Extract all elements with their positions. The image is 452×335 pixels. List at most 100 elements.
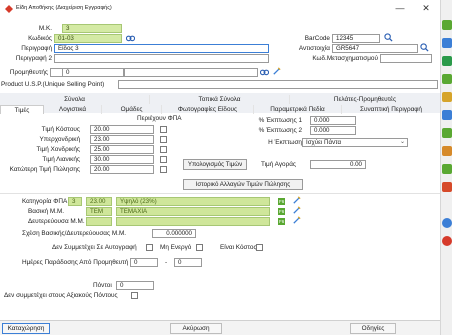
delivery-dash: - (165, 259, 168, 266)
vat-included-label: Περιέχουν ΦΠΑ (137, 115, 182, 122)
edit-icon[interactable] (292, 196, 301, 205)
barcode-label: BarCode (304, 35, 330, 42)
calc-prices-button[interactable]: Υπολογισμός Τιμών (183, 159, 247, 170)
conv-field[interactable] (380, 54, 432, 63)
sec-mm-label: Δευτερεύουσα Μ.Μ. (28, 218, 85, 225)
vat-category-label: Κατηγορία ΦΠΑ (22, 198, 68, 205)
tab-accounting[interactable]: Λογιστικά (44, 105, 102, 114)
lowest-vat-checkbox[interactable] (160, 166, 167, 173)
match-field[interactable]: GR5647 (332, 44, 418, 53)
divider (0, 193, 440, 194)
supplier-name-field[interactable] (124, 68, 258, 77)
title-bar: Είδη Αποθήκης (Διαχείριση Εγγραφής) — ✕ (0, 0, 440, 18)
wholesale-field[interactable]: 23.00 (90, 135, 154, 144)
supplier-label: Προμηθευτής (9, 69, 48, 76)
mk-field[interactable]: 3 (62, 24, 122, 33)
barcode-field[interactable]: 12345 (332, 34, 380, 43)
code-label: Κωδικός (28, 35, 52, 42)
binoculars-icon[interactable] (126, 33, 135, 42)
retail-field[interactable]: 30.00 (90, 155, 154, 164)
main-mm-label: Βασική Μ.Μ. (28, 208, 65, 215)
binoculars-icon[interactable] (260, 67, 269, 76)
close-icon[interactable] (442, 236, 452, 246)
inactive-checkbox[interactable] (196, 244, 203, 251)
save-button[interactable]: Καταχώρηση (2, 323, 50, 334)
points-field[interactable]: 0 (116, 281, 154, 290)
grid-icon[interactable] (442, 128, 452, 138)
main-mm-code[interactable]: TEM (86, 207, 112, 216)
conv-label: Κωδ.Μετασχηματισμού (312, 55, 378, 62)
cost-type-checkbox[interactable] (256, 244, 263, 251)
delivery-to-field[interactable]: 0 (174, 258, 202, 267)
disc1-field[interactable]: 0.000 (310, 116, 356, 125)
sec-mm-text[interactable] (116, 217, 270, 226)
edit-icon[interactable] (272, 67, 281, 76)
no-order-checkbox[interactable] (146, 244, 153, 251)
cost-label: Τιμή Κόστους (41, 126, 80, 133)
no-value-points-checkbox[interactable] (131, 292, 138, 299)
price-history-button[interactable]: Ιστορικό Αλλαγών Τιμών Πώλησης (183, 179, 303, 190)
help-icon[interactable] (442, 218, 452, 228)
vat-category-code[interactable]: 3 (68, 197, 82, 206)
tab-local-totals[interactable]: Τοπικά Σύνολα (150, 95, 290, 104)
app-icon (5, 5, 13, 13)
relation-field[interactable]: 0.000000 (152, 229, 196, 238)
edit-icon[interactable] (292, 206, 301, 215)
edit-icon[interactable] (292, 216, 301, 225)
no-value-points-label: Δεν συμμετέχει στους Αξιακούς Πόντους (4, 292, 118, 299)
code-field[interactable]: 01-03 (54, 34, 122, 43)
help-button[interactable]: Οδηγίες (350, 323, 396, 334)
tab-groups[interactable]: Ομάδες (102, 105, 162, 114)
search-icon[interactable] (384, 33, 393, 42)
chevron-down-icon[interactable]: ⌄ (400, 138, 405, 145)
tab-parametric[interactable]: Παραμετρικά Πεδία (254, 105, 342, 114)
desc2-field[interactable] (54, 54, 269, 63)
f6-badge[interactable]: F6 (278, 218, 286, 225)
tab-related-description[interactable]: Συναπτική Περιγραφή (342, 105, 440, 114)
chart-icon[interactable] (442, 38, 452, 48)
delivery-from-field[interactable]: 0 (130, 258, 158, 267)
disc2-label: % Έκπτωσης 2 (258, 127, 302, 134)
wholesale-vat-checkbox[interactable] (160, 136, 167, 143)
retail-wholesale-field[interactable]: 25.00 (90, 145, 154, 154)
tab-photos[interactable]: Φωτογραφίες Είδους (162, 105, 254, 114)
document-icon[interactable] (442, 110, 452, 120)
pencil-icon[interactable] (442, 92, 452, 102)
minimize-button[interactable]: — (393, 3, 407, 13)
vat-category-text[interactable]: Υψηλό (23%) (116, 197, 270, 206)
retail-wholesale-vat-checkbox[interactable] (160, 146, 167, 153)
tab-row-1: Σύνολα Τοπικά Σύνολα Πελάτες-Προμηθευτές (0, 95, 440, 104)
close-button[interactable]: ✕ (419, 3, 433, 14)
desc-field[interactable]: Είδος 3 (54, 44, 269, 53)
disc2-field[interactable]: 0.000 (310, 126, 356, 135)
list-icon[interactable] (442, 74, 452, 84)
chart-icon[interactable] (442, 56, 452, 66)
usp-field[interactable] (118, 80, 438, 89)
tab-customers-suppliers[interactable]: Πελάτες-Προμηθευτές (290, 95, 440, 104)
f6-badge[interactable]: F6 (278, 208, 286, 215)
cost-type-label: Είναι Κόστος (220, 244, 257, 251)
sec-mm-code[interactable] (86, 217, 112, 226)
tag-icon[interactable] (442, 146, 452, 156)
search-icon[interactable] (420, 43, 429, 52)
buy-field[interactable]: 0.00 (310, 160, 366, 169)
f6-badge[interactable]: F6 (278, 198, 286, 205)
disc-label: Η Έκπτωση (268, 139, 302, 146)
match-label: Αντιστοιχία (298, 45, 330, 52)
retail-vat-checkbox[interactable] (160, 156, 167, 163)
cost-vat-checkbox[interactable] (160, 126, 167, 133)
print-icon[interactable] (442, 164, 452, 174)
main-mm-text[interactable]: ΤΕΜΑΧΙΑ (116, 207, 270, 216)
cancel-button[interactable]: Ακύρωση (170, 323, 222, 334)
vat-category-rate[interactable]: 23.00 (86, 197, 112, 206)
disc-select[interactable]: Ισχύει Πάντα (302, 138, 408, 147)
tab-prices[interactable]: Τιμές (0, 105, 44, 114)
tab-totals[interactable]: Σύνολα (0, 95, 150, 104)
brand-icon[interactable] (442, 20, 452, 30)
image-icon[interactable] (442, 182, 452, 192)
lowest-field[interactable]: 20.00 (90, 165, 154, 174)
buy-label: Τιμή Αγοράς (260, 161, 296, 168)
cost-field[interactable]: 20.00 (90, 125, 154, 134)
supplier-field[interactable]: 0 (62, 68, 124, 77)
usp-label: Product U.S.P.(Unique Selling Point) (1, 81, 105, 88)
